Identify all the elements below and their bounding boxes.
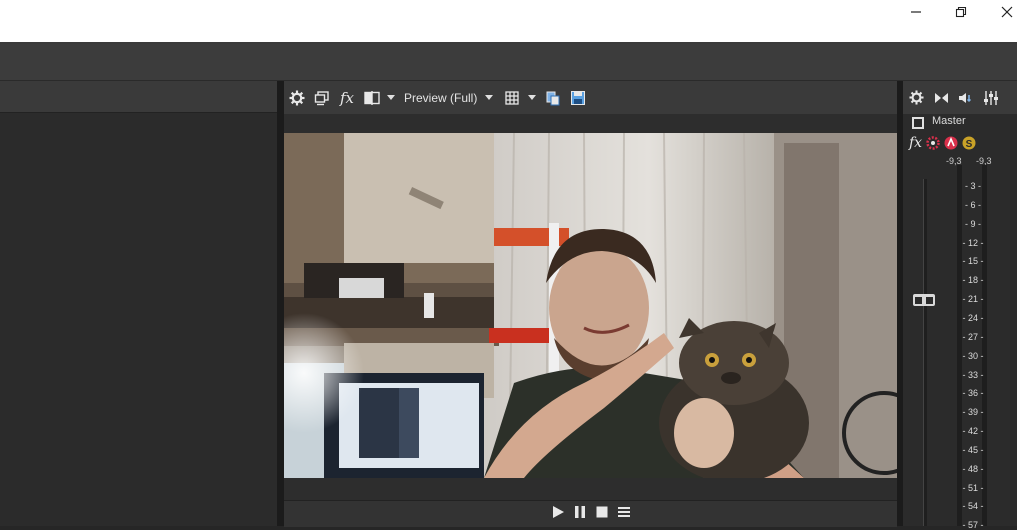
- pause-icon: [574, 505, 585, 518]
- preview-quality-caret[interactable]: [485, 95, 494, 100]
- meter-scale-label: - 54 -: [962, 501, 984, 512]
- minimize-icon: [911, 11, 921, 13]
- grid-icon: [505, 90, 519, 105]
- copy-snapshot-icon: [546, 91, 560, 105]
- meter-scale-label: - 39 -: [962, 407, 984, 418]
- split-screen-button[interactable]: [361, 87, 383, 109]
- preview-settings-button[interactable]: [286, 87, 308, 109]
- monitor-icon: [314, 90, 329, 105]
- preview-toolbar: fx Preview (Full): [284, 81, 897, 114]
- meter-scale-label: - 9 -: [964, 218, 981, 229]
- video-preview-frame[interactable]: [284, 133, 897, 478]
- master-fx-button[interactable]: fx: [909, 135, 922, 151]
- meter-scale-label: - 18 -: [962, 275, 984, 286]
- window-title-bar: [0, 0, 1017, 44]
- master-bus-label: Master: [932, 115, 966, 127]
- left-panel: [0, 81, 277, 526]
- video-fx-button[interactable]: fx: [336, 87, 358, 109]
- copy-snapshot-button[interactable]: [542, 87, 564, 109]
- master-bus-panel: Master fx S -9,3 -9,3 - 3 -- 6 -- 9 -- 1…: [903, 81, 1017, 530]
- stop-button[interactable]: [595, 505, 609, 524]
- save-snapshot-button[interactable]: [567, 87, 589, 109]
- minimize-button[interactable]: [893, 0, 939, 24]
- solo-icon[interactable]: S: [962, 136, 976, 150]
- gear-icon: [289, 90, 305, 105]
- split-screen-icon: [364, 90, 380, 105]
- split-screen-dropdown[interactable]: [387, 95, 395, 100]
- meter-scale-label: - 45 -: [962, 444, 984, 455]
- play-button[interactable]: [551, 505, 565, 524]
- video-preview-panel: fx Preview (Full): [284, 81, 897, 527]
- meter-scale-label: - 21 -: [962, 294, 984, 305]
- overlays-dropdown[interactable]: [528, 95, 537, 100]
- overlays-button[interactable]: [501, 87, 523, 109]
- external-monitor-button[interactable]: [311, 87, 333, 109]
- svg-text:S: S: [966, 139, 973, 150]
- meter-scale-label: - 15 -: [962, 256, 984, 267]
- fx-label: fx: [339, 88, 354, 107]
- menu-bar: [0, 44, 1017, 81]
- master-settings-button[interactable]: [905, 87, 927, 109]
- preview-quality-dropdown[interactable]: Preview (Full): [404, 91, 477, 105]
- pause-button[interactable]: [573, 505, 587, 524]
- master-mute-checkbox[interactable]: [912, 117, 924, 129]
- left-panel-header: [0, 81, 277, 113]
- master-bus-toolbar: [903, 81, 1017, 114]
- master-fx-row: fx S: [909, 135, 976, 151]
- downmix-button[interactable]: [930, 87, 952, 109]
- meter-scale-label: - 51 -: [962, 482, 984, 493]
- restore-icon: [955, 6, 967, 18]
- mixer-view-button[interactable]: [980, 87, 1002, 109]
- meter-scale-label: - 36 -: [962, 388, 984, 399]
- transport-controls: [284, 500, 897, 527]
- transport-menu-button[interactable]: [617, 505, 631, 524]
- meter-scale-label: - 24 -: [962, 312, 984, 323]
- meter-scale-label: - 57 -: [962, 520, 984, 530]
- speaker-icon: [959, 92, 972, 103]
- play-icon: [552, 505, 564, 518]
- master-fader-track[interactable]: [923, 179, 927, 526]
- bus-settings-icon[interactable]: [926, 136, 940, 150]
- master-fader-handle[interactable]: [913, 294, 935, 306]
- downmix-icon: [934, 92, 948, 103]
- gear-icon: [908, 90, 924, 105]
- stop-icon: [596, 506, 607, 517]
- meter-scale-label: - 6 -: [964, 199, 981, 210]
- automation-icon[interactable]: [944, 136, 958, 150]
- close-icon: [1001, 6, 1013, 18]
- menu-icon: [617, 506, 630, 517]
- dim-output-button[interactable]: [955, 87, 977, 109]
- meter-scale-label: - 27 -: [962, 331, 984, 342]
- save-snapshot-icon: [571, 90, 586, 105]
- close-button[interactable]: [984, 0, 1017, 24]
- restore-button[interactable]: [938, 0, 984, 24]
- meter-scale-label: - 33 -: [962, 369, 984, 380]
- meter-scale-label: - 48 -: [962, 463, 984, 474]
- panel-splitter[interactable]: [277, 81, 284, 526]
- sliders-icon: [984, 90, 998, 105]
- meter-scale-label: - 12 -: [962, 237, 984, 248]
- meter-scale-label: - 3 -: [964, 181, 981, 191]
- video-frame-image: [284, 133, 897, 478]
- meter-scale-label: - 42 -: [962, 426, 984, 437]
- meter-scale-label: - 30 -: [962, 350, 984, 361]
